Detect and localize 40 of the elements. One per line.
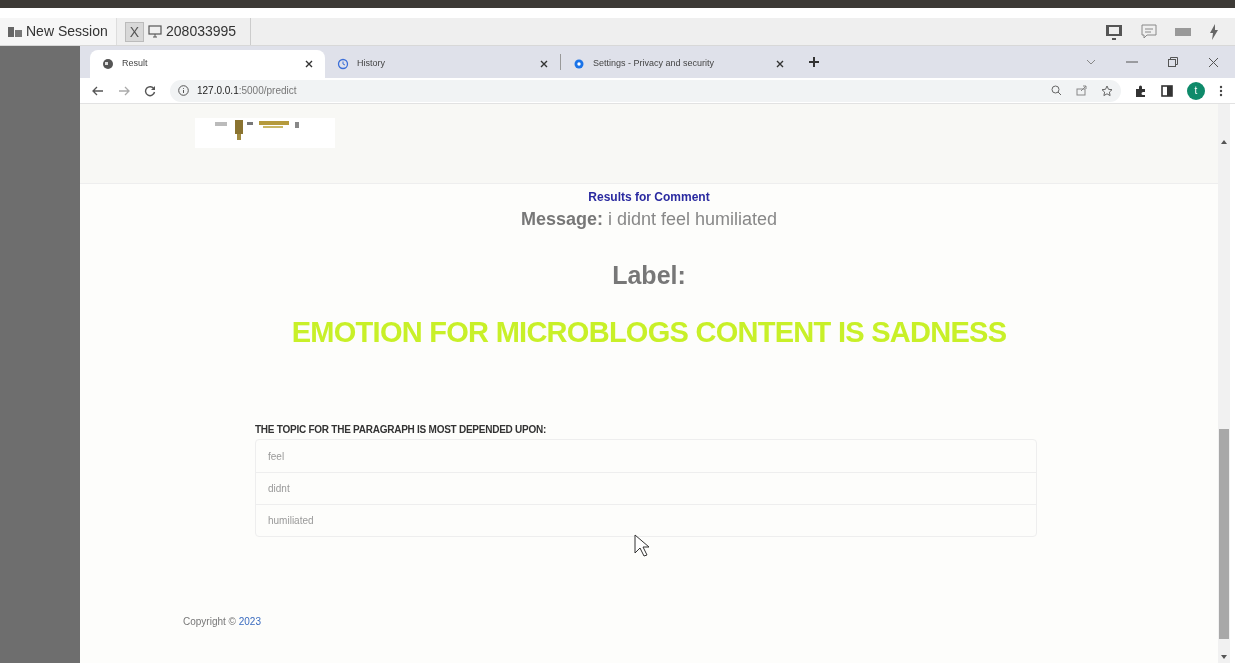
more-icon[interactable] — [1219, 84, 1223, 97]
close-button[interactable]: X — [124, 21, 145, 42]
close-icon[interactable] — [305, 60, 313, 68]
browser-tab[interactable]: Result — [90, 50, 325, 78]
share-icon[interactable] — [1076, 85, 1087, 96]
zoom-icon[interactable] — [1051, 85, 1062, 96]
star-icon[interactable] — [1101, 84, 1113, 97]
topic-word: feel — [267, 449, 286, 464]
topic-word: didnt — [256, 472, 1036, 504]
session-id: 208033995 — [166, 22, 237, 41]
message-text: Message: i didnt feel humiliated — [520, 208, 778, 231]
info-icon — [178, 85, 189, 96]
scroll-thumb[interactable] — [1219, 429, 1229, 639]
restore-icon[interactable] — [1168, 57, 1178, 67]
chevron-down-icon[interactable] — [1086, 59, 1096, 65]
scroll-up-icon[interactable] — [1220, 138, 1228, 146]
sessions-icon — [8, 25, 22, 38]
topic-word: humiliated — [256, 504, 1036, 536]
puzzle-icon[interactable] — [1135, 84, 1147, 97]
year-link[interactable]: 2023 — [238, 616, 261, 627]
copyright-text: Copyright © 2023 — [183, 615, 261, 629]
close-icon[interactable] — [1208, 56, 1219, 68]
side-panel-icon[interactable] — [1161, 84, 1173, 97]
monitor-icon[interactable] — [1105, 23, 1123, 40]
cursor-icon — [634, 534, 650, 558]
monitor-icon — [148, 25, 163, 38]
close-icon[interactable] — [540, 60, 548, 68]
lightning-icon[interactable] — [1209, 23, 1219, 40]
history-icon — [337, 58, 349, 70]
scroll-down-icon[interactable] — [1220, 653, 1228, 661]
plus-icon — [808, 56, 820, 68]
close-icon[interactable] — [776, 60, 784, 68]
emotion-result: EMOTION FOR MICROBLOGS CONTENT IS SADNESS — [291, 314, 1007, 350]
back-icon[interactable] — [92, 85, 104, 96]
topic-heading: THE TOPIC FOR THE PARAGRAPH IS MOST DEPENDED UPON: — [255, 423, 548, 437]
address-field[interactable]: 127.0.0.1:5000/predict — [170, 79, 1121, 102]
reload-icon[interactable] — [144, 84, 156, 97]
profile-avatar[interactable]: t — [1187, 81, 1205, 100]
results-heading: Results for Comment — [588, 189, 710, 206]
label-heading: Label: — [612, 260, 686, 291]
